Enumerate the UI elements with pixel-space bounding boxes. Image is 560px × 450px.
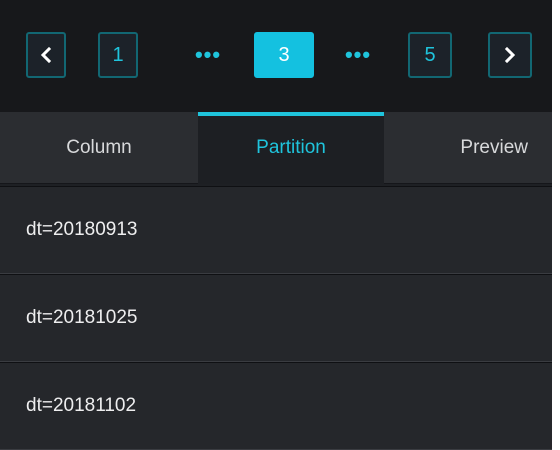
tab-partition[interactable]: Partition	[198, 112, 384, 184]
page-5-button[interactable]: 5	[408, 32, 452, 78]
tab-column-label: Column	[66, 137, 132, 158]
partition-label: dt=20180913	[26, 219, 138, 240]
tab-partition-label: Partition	[256, 137, 326, 158]
chevron-left-icon	[40, 47, 52, 63]
ellipsis-left[interactable]: •••	[188, 32, 228, 78]
tab-preview-label: Preview	[460, 137, 528, 158]
next-page-button[interactable]	[488, 32, 532, 78]
partition-label: dt=20181025	[26, 307, 138, 328]
chevron-right-icon	[504, 47, 516, 63]
page-1-button[interactable]: 1	[98, 32, 138, 78]
partition-label: dt=20181102	[26, 395, 137, 416]
partition-panel: 1 ••• 3 ••• 5 Column Partition Preview d…	[0, 0, 552, 450]
page-edge	[552, 0, 560, 444]
tab-bar: Column Partition Preview	[0, 112, 552, 184]
page-3-button[interactable]: 3	[254, 32, 314, 78]
ellipsis-left-label: •••	[194, 42, 222, 67]
prev-page-button[interactable]	[26, 32, 66, 78]
page-5-label: 5	[424, 43, 436, 66]
pagination-bar: 1 ••• 3 ••• 5	[0, 0, 552, 112]
tab-preview[interactable]: Preview	[384, 112, 552, 184]
tab-column[interactable]: Column	[0, 112, 198, 184]
list-item[interactable]: dt=20181025	[0, 274, 552, 362]
partition-list: dt=20180913 dt=20181025 dt=20181102	[0, 184, 552, 450]
ellipsis-right[interactable]: •••	[338, 32, 378, 78]
page-3-label: 3	[278, 43, 290, 66]
list-item[interactable]: dt=20180913	[0, 186, 552, 274]
ellipsis-right-label: •••	[344, 42, 372, 67]
page-1-label: 1	[112, 43, 124, 66]
list-item[interactable]: dt=20181102	[0, 362, 552, 450]
